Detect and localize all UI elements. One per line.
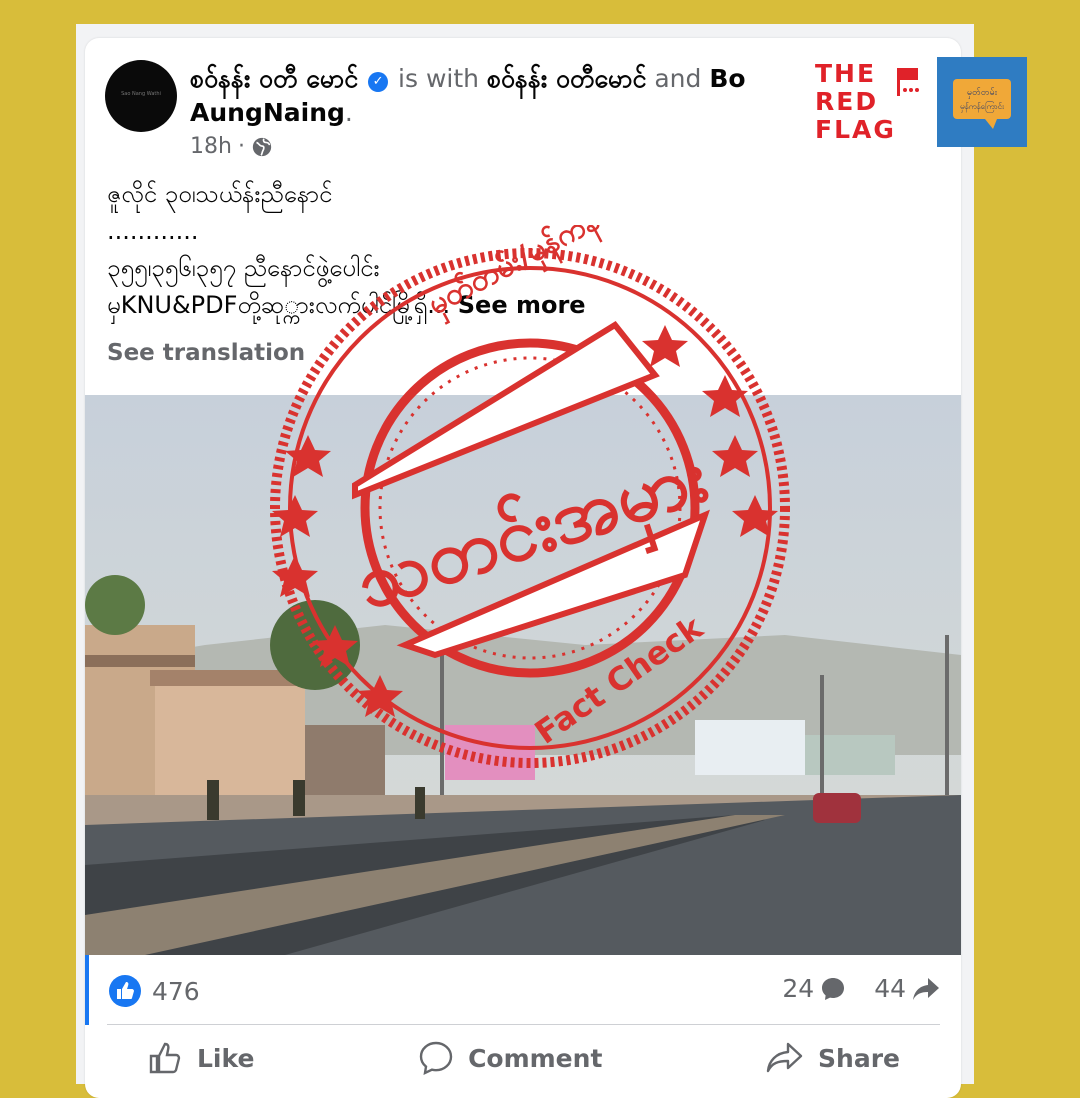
badge-chat-icon: မှတ်တမ်း မှန်ကန်ကြောင်း <box>953 79 1011 129</box>
share-button[interactable]: Share <box>726 1040 940 1076</box>
comment-button[interactable]: Comment <box>378 1040 642 1076</box>
comment-icon <box>419 1041 453 1076</box>
like-label: Like <box>197 1043 255 1073</box>
shares-count[interactable]: 44 <box>874 974 906 1003</box>
action-bar: Like Comment Share <box>107 1040 940 1076</box>
accent-line <box>85 955 89 1025</box>
likes-count: 476 <box>152 976 200 1006</box>
post-header: စဝ်နန်း ဝတီ မောင် ✓ is with စဝ်နန်း ဝတီမ… <box>190 64 746 127</box>
author-name[interactable]: စဝ်နန်း ဝတီ မောင် <box>190 64 358 93</box>
divider <box>107 1024 940 1025</box>
post-line-1: ဇူလိုင် ၃၀၊သယ်န်းညီနောင် <box>107 180 333 208</box>
and-text: and <box>654 64 702 93</box>
like-icon <box>149 1042 181 1074</box>
meta-separator: · <box>237 134 245 159</box>
comment-label: Comment <box>468 1043 603 1073</box>
share-icon <box>766 1042 803 1073</box>
comments-count[interactable]: 24 <box>782 974 814 1003</box>
post-time[interactable]: 18h <box>190 134 232 159</box>
globe-icon <box>252 137 272 156</box>
tagged-user-1[interactable]: စဝ်နန်း ဝတီမောင် <box>487 64 646 93</box>
svg-text:မှတ်တမ်း: မှတ်တမ်း <box>967 87 998 99</box>
verified-icon: ✓ <box>368 72 389 92</box>
fact-check-stamp: သတင်းအမှား မှတ်တမ်း/မှန်ကန် Fact Check <box>270 225 790 768</box>
like-reaction-icon <box>109 975 141 1007</box>
with-text: is with <box>398 64 479 93</box>
author-avatar[interactable]: Sao Nang Wathi <box>105 60 177 132</box>
engagement-counts: 24 44 <box>782 974 940 1003</box>
fact-check-badge-logo: မှတ်တမ်း မှန်ကန်ကြောင်း <box>937 57 1027 147</box>
reactions-summary[interactable]: 476 <box>108 974 200 1008</box>
share-arrow-icon <box>913 977 939 1000</box>
flag-icon <box>897 68 919 96</box>
comment-bubble-icon <box>822 977 845 1000</box>
post-meta: 18h · <box>190 134 273 159</box>
like-button[interactable]: Like <box>107 1040 294 1076</box>
share-label: Share <box>818 1043 900 1073</box>
stamp-top-text: မှတ်တမ်း/မှန်ကန် <box>422 225 609 328</box>
